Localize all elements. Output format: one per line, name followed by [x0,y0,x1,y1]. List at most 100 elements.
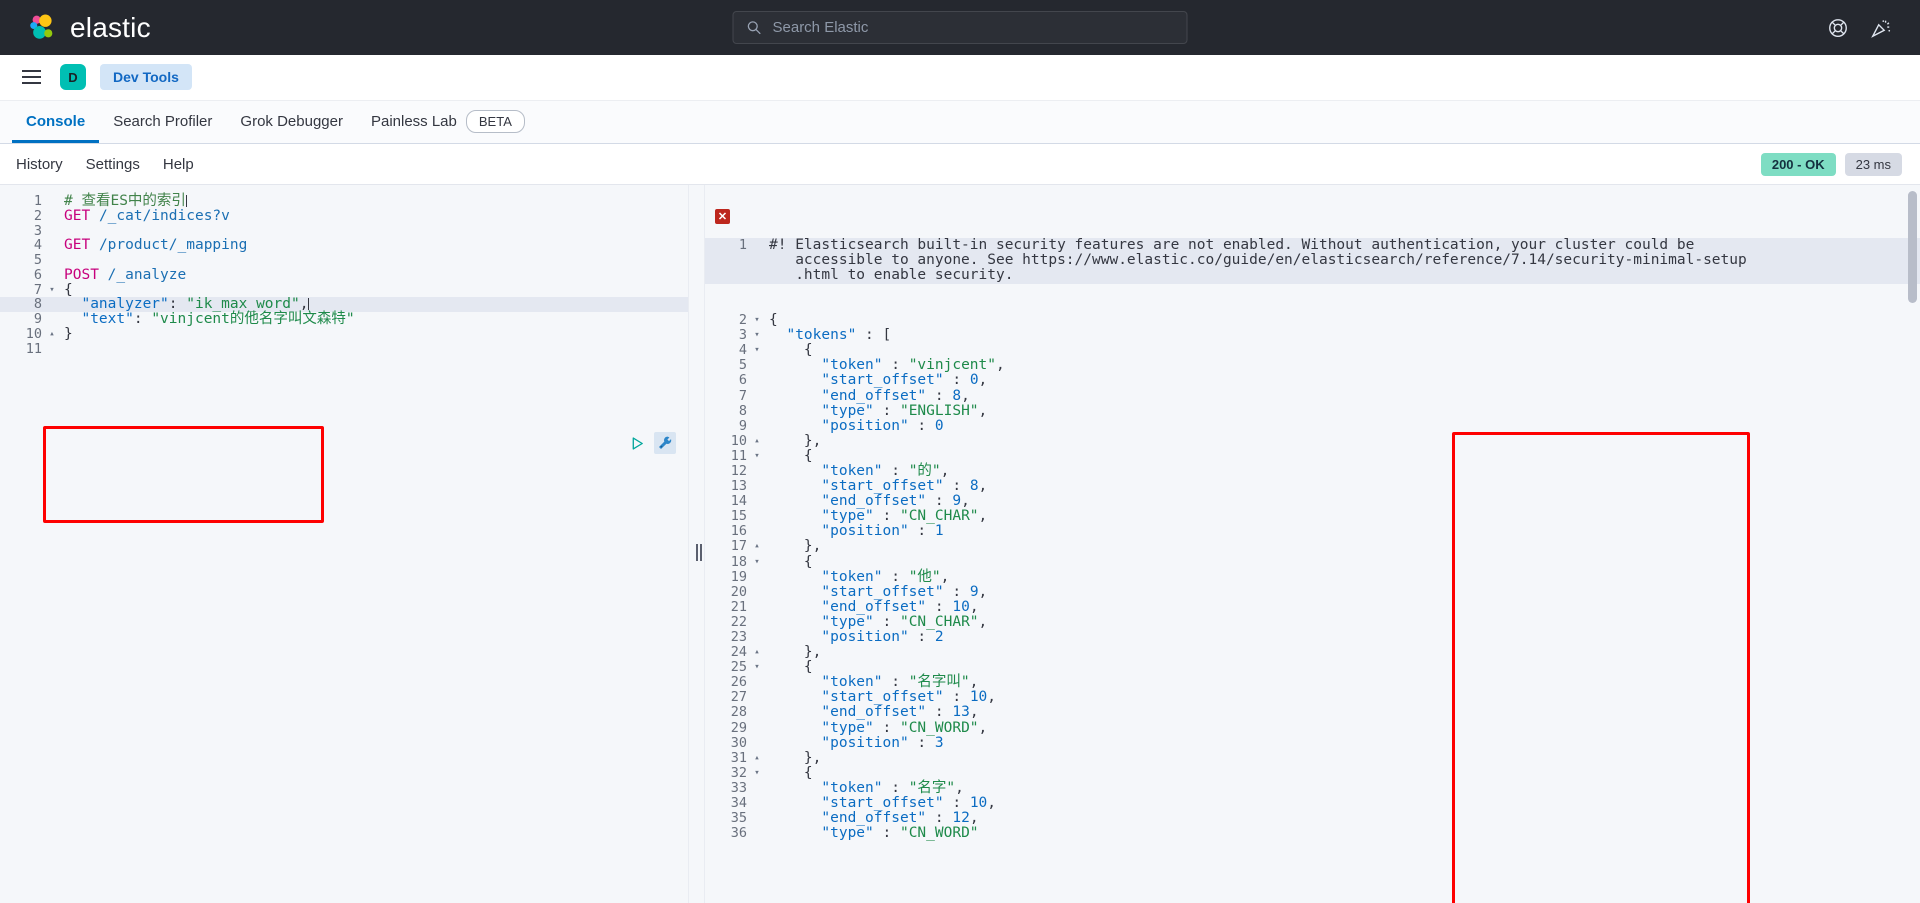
fold-toggle-icon[interactable]: ▾ [751,328,763,343]
response-viewer[interactable]: ✕ 1 #! Elasticsearch built-in security fe… [705,185,1920,903]
code-token: 3 [934,734,944,751]
line-number: 29 [730,719,747,736]
request-code[interactable]: 1 # 查看ES中的索引 2 GET /_cat/indices?v 3 4 GET /pr… [0,185,688,356]
code-token: 9 [952,493,962,510]
tab-search-profiler[interactable]: Search Profiler [99,100,226,143]
code-token: 1 [934,523,944,540]
wrench-icon[interactable] [654,432,676,454]
code-token: : [ [856,327,892,344]
code-line: 12 "token" : "的", [705,462,1920,479]
breadcrumb-dev-tools[interactable]: Dev Tools [100,64,192,90]
line-number: 13 [730,478,747,495]
global-search-bar[interactable] [732,11,1188,44]
pane-resize-handle[interactable] [688,185,705,903]
history-button[interactable]: History [16,156,63,173]
code-token: "token" [769,462,883,479]
code-token: "token" [769,674,883,691]
code-token: "start_offset" [769,795,944,812]
code-token: "end_offset" [769,493,927,510]
code-text: GET /_cat/indices?v [58,207,230,224]
line-number: 28 [730,704,747,721]
code-line: 7 "end_offset" : 8, [705,387,1920,404]
code-token: , [969,810,979,827]
code-token: /_analyze [107,266,187,283]
line-number: 2 [738,312,747,329]
code-token: { [769,447,813,464]
line-number: 36 [730,825,747,842]
fold-toggle-icon[interactable]: ▴ [751,434,763,449]
line-number: 10 [730,432,747,449]
code-text: { [763,447,813,464]
code-text: "type" : "CN_CHAR", [763,509,987,524]
code-token: , [961,387,970,404]
elastic-brand[interactable]: elastic [0,12,151,44]
breadcrumb-bar: D Dev Tools [0,55,1920,100]
search-input[interactable] [772,19,1174,36]
fold-toggle-icon[interactable]: ▾ [46,283,58,298]
tab-grok-debugger[interactable]: Grok Debugger [226,100,357,143]
tab-painless-lab-label: Painless Lab [370,113,457,130]
code-token: "start_offset" [769,583,944,600]
code-token: , [978,372,988,389]
code-token: : [873,825,900,842]
code-token: , [969,598,979,615]
code-text: "type" : "CN_WORD" [763,825,978,842]
code-line: 26 "token" : "名字叫", [705,675,1920,690]
line-number: 31 [730,749,747,766]
code-token: { [64,281,73,298]
code-token: , [299,296,309,313]
response-code: 1 #! Elasticsearch built-in security feat… [705,185,1920,871]
code-token: "position" [769,523,909,540]
line-number: 5 [33,252,42,268]
code-token: "CN_WORD" [899,719,979,736]
code-text: "end_offset" : 8, [763,387,970,404]
line-number: 15 [730,508,747,525]
line-number: 33 [730,779,747,796]
tab-console[interactable]: Console [12,100,100,143]
code-line: 7 ▾ { [0,281,688,298]
settings-button[interactable]: Settings [86,156,140,173]
hamburger-menu-icon[interactable] [16,62,46,92]
error-marker-icon[interactable]: ✕ [715,209,730,224]
fold-toggle-icon[interactable]: ▾ [751,313,763,328]
code-text: # 查看ES中的索引 [58,194,187,209]
code-line: 2 GET /_cat/indices?v [0,207,688,224]
line-number: 6 [738,372,747,389]
request-editor[interactable]: 1 # 查看ES中的索引 2 GET /_cat/indices?v 3 4 GET /pr… [0,185,688,903]
fold-toggle-icon[interactable]: ▾ [751,343,763,358]
response-vertical-scrollbar[interactable] [1908,191,1917,903]
code-token: : [943,583,970,600]
console-panes: 1 # 查看ES中的索引 2 GET /_cat/indices?v 3 4 GET /pr… [0,184,1920,903]
code-line: 23 "position" : 2 [705,629,1920,645]
code-token: "CN_CHAR" [899,508,979,525]
code-token: : [908,629,935,645]
announcements-party-icon[interactable] [1868,15,1894,41]
code-token: 8 [952,387,962,404]
help-lifebuoy-icon[interactable] [1825,15,1851,41]
code-token: : [873,613,900,630]
space-avatar[interactable]: D [60,64,86,90]
tab-painless-lab[interactable]: Painless Lab BETA [357,100,539,143]
code-line: 3 ▾ "tokens" : [ [705,328,1920,343]
fold-toggle-icon[interactable]: ▴ [751,539,763,554]
help-button[interactable]: Help [163,156,194,173]
code-token: { [769,312,778,329]
code-token: : [873,508,900,525]
code-token: /_cat/indices?v [98,207,230,224]
code-token: , [978,402,988,419]
fold-toggle-icon[interactable]: ▾ [751,449,763,464]
fold-toggle-icon[interactable]: ▾ [751,555,763,570]
fold-toggle-icon[interactable]: ▴ [46,327,58,342]
code-text: "text": "vinjcent的他名字叫文森特" [58,312,354,327]
fold-toggle-icon[interactable]: ▾ [751,660,763,675]
fold-toggle-icon[interactable]: ▾ [751,766,763,781]
code-token: "名字叫" [908,674,970,691]
play-triangle-icon[interactable] [626,432,648,454]
fold-toggle-icon[interactable]: ▴ [751,645,763,660]
fold-toggle-icon[interactable]: ▴ [751,751,763,766]
code-text: "position" : 0 [763,418,943,434]
code-line: 29 "type" : "CN_WORD", [705,719,1920,736]
code-text: { [763,312,778,329]
code-token: # 查看ES中的索引 [64,193,186,209]
